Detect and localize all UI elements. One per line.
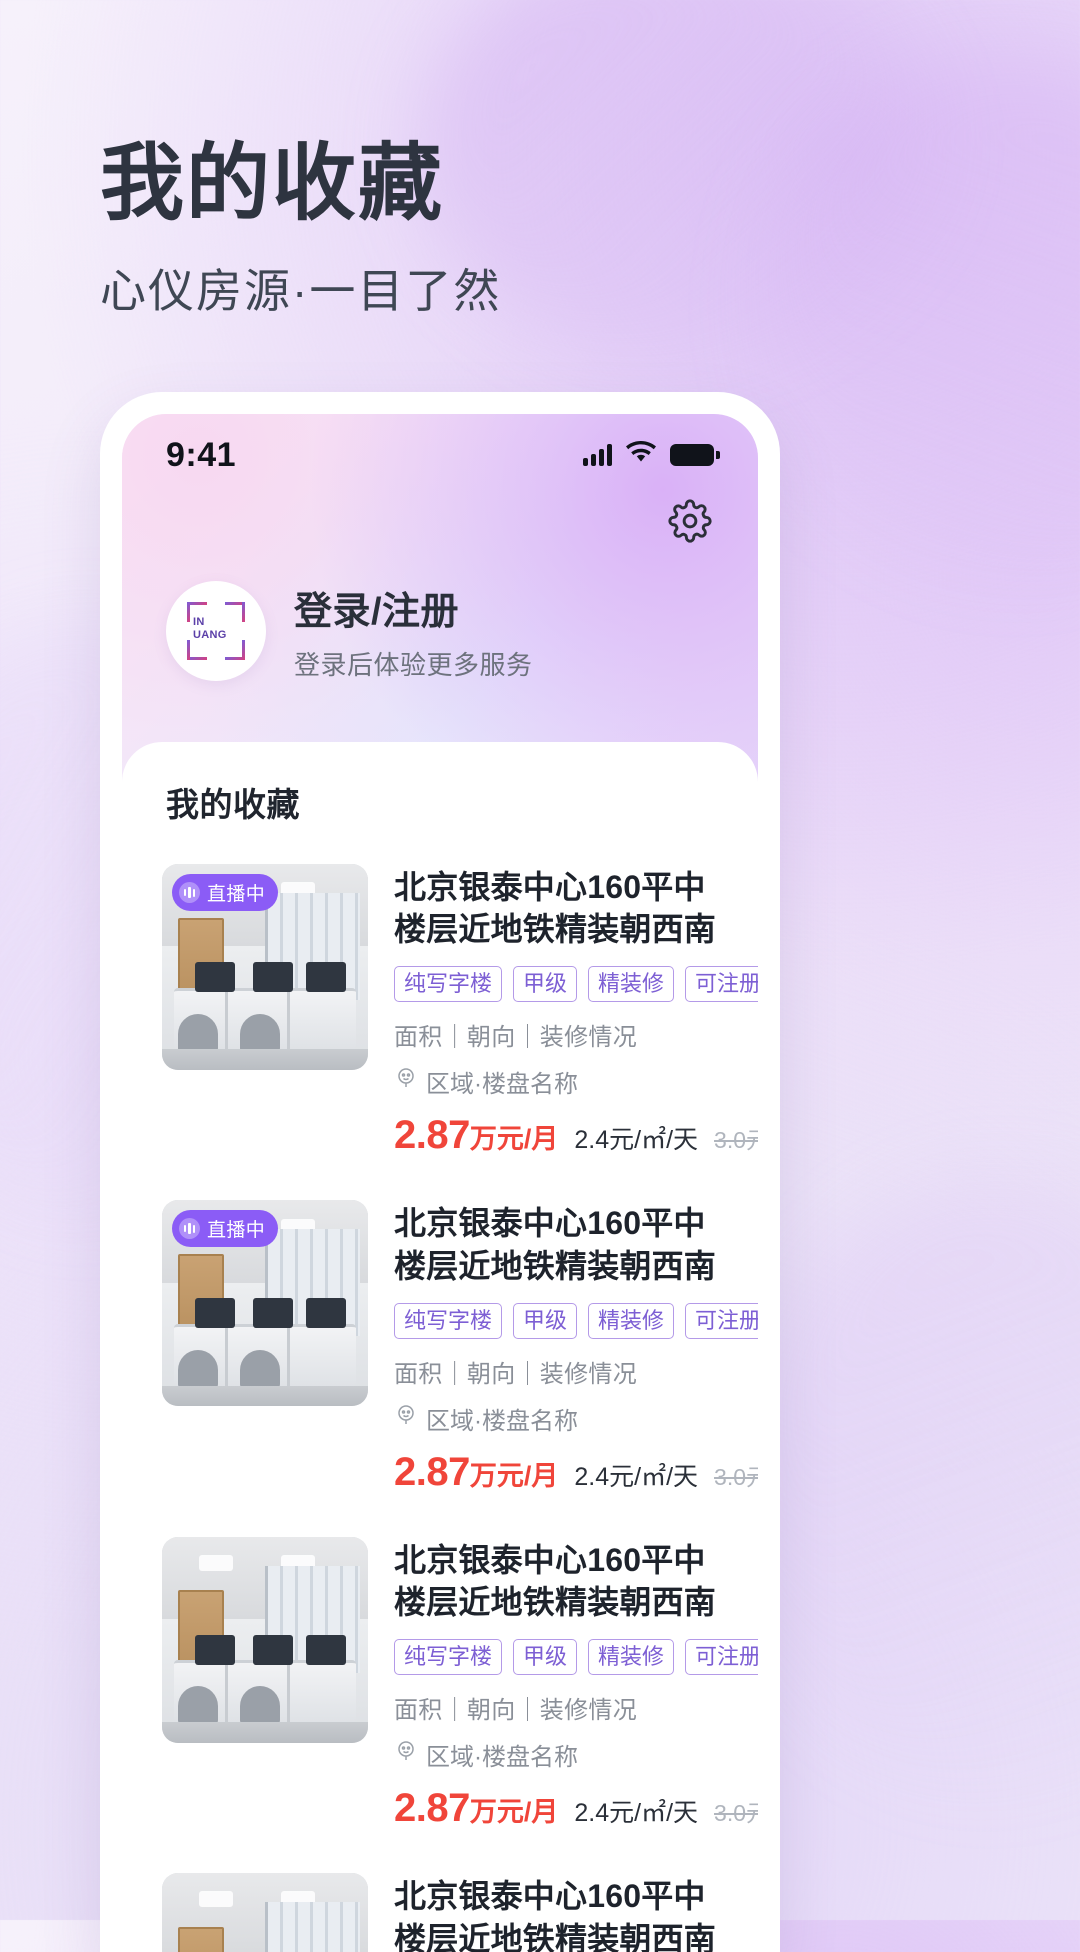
login-tip: 登录后体验更多服务 (294, 650, 533, 680)
live-wave-icon (179, 882, 200, 903)
listing-info: 北京银泰中心160平中楼层近地铁精装朝西南 纯写字楼 甲级 精装修 可注册 面积… (394, 864, 758, 1158)
profile-login-row[interactable]: IN UANG 登录/注册 登录后体验更多服务 (122, 556, 758, 742)
room-photo (162, 1873, 368, 1952)
price-value: 2.87 (394, 1786, 470, 1831)
price-value: 2.87 (394, 1113, 470, 1158)
listing-title[interactable]: 北京银泰中心160平中楼层近地铁精装朝西南 (394, 866, 718, 950)
section-title: 我的收藏 (166, 786, 300, 823)
list-item[interactable]: 直播中 北京银泰中心160平中楼层近地铁精装朝西南 纯写字楼 甲级 精装修 可注… (122, 852, 758, 1188)
location-pin-icon (394, 1066, 418, 1097)
tag-chip: 可注册 (685, 1639, 758, 1676)
status-bar-indicators (583, 440, 720, 469)
phone-mockup: 9:41 IN UANG 登录/注册 登录后体验更多服务 我的收藏 直播中 北京… (100, 392, 780, 1952)
page-subtitle: 心仪房源·一目了然 (100, 264, 502, 317)
list-item[interactable]: 直播中 北京银泰中心160平中楼层近地铁精装朝西南 纯写字楼 甲级 精装修 可注… (122, 1188, 758, 1524)
page-title: 我的收藏 (100, 136, 445, 230)
listing-tags: 纯写字楼 甲级 精装修 可注册 (394, 1302, 758, 1339)
status-bar: 9:41 (122, 414, 758, 486)
listing-tags: 纯写字楼 甲级 精装修 可注册 (394, 1639, 758, 1676)
tag-chip: 精装修 (588, 1639, 675, 1676)
price-secondary: 2.4元/㎡/天 (574, 1799, 699, 1828)
live-badge-label: 直播中 (207, 1220, 266, 1242)
gear-icon[interactable] (668, 499, 712, 543)
price-secondary: 2.4元/㎡/天 (574, 1126, 699, 1155)
status-bar-time: 9:41 (166, 435, 237, 474)
listing-thumbnail[interactable]: 直播中 (162, 864, 368, 1070)
location-pin-icon (394, 1403, 418, 1434)
phone-screen: 9:41 IN UANG 登录/注册 登录后体验更多服务 我的收藏 直播中 北京… (122, 414, 758, 1952)
listing-meta: 面积｜朝向｜装修情况 (394, 1360, 637, 1388)
favorites-card: 我的收藏 直播中 北京银泰中心160平中楼层近地铁精装朝西南 纯写字楼 甲级 精… (122, 742, 758, 1952)
listing-thumbnail[interactable] (162, 1873, 368, 1952)
avatar-text-line1: IN (193, 616, 205, 628)
tag-chip: 甲级 (513, 1639, 578, 1676)
live-badge: 直播中 (172, 874, 279, 911)
list-item[interactable]: 北京银泰中心160平中楼层近地铁精装朝西南 (122, 1861, 758, 1952)
listing-thumbnail[interactable]: 直播中 (162, 1200, 368, 1407)
location-pin-icon (394, 1739, 418, 1770)
location-label: 区域·楼盘名称 (426, 1407, 578, 1435)
tag-chip: 可注册 (685, 1302, 758, 1339)
signal-bars-icon (583, 444, 612, 466)
listing-info: 北京银泰中心160平中楼层近地铁精装朝西南 (394, 1873, 718, 1952)
listing-tags: 纯写字楼 甲级 精装修 可注册 (394, 966, 758, 1003)
listing-title[interactable]: 北京银泰中心160平中楼层近地铁精装朝西南 (394, 1875, 718, 1952)
live-wave-icon (179, 1218, 200, 1240)
live-badge: 直播中 (172, 1210, 279, 1248)
listing-price: 2.87万元/月 2.4元/㎡/天 3.0元/㎡/天 (394, 1786, 758, 1831)
brand-logo-icon: IN UANG (187, 602, 245, 660)
listing-title[interactable]: 北京银泰中心160平中楼层近地铁精装朝西南 (394, 1539, 718, 1623)
page-header: 我的收藏 心仪房源·一目了然 (100, 138, 501, 321)
location-label: 区域·楼盘名称 (426, 1744, 578, 1772)
listing-location: 区域·楼盘名称 (394, 1401, 718, 1436)
listing-price: 2.87万元/月 2.4元/㎡/天 3.0元/㎡/天 (394, 1449, 758, 1495)
tag-chip: 甲级 (513, 966, 578, 1003)
background-glow-2 (760, 60, 1080, 580)
price-unit: 万元/月 (469, 1460, 559, 1491)
tag-chip: 精装修 (588, 1302, 675, 1339)
listing-meta: 面积｜朝向｜装修情况 (394, 1024, 637, 1052)
tag-chip: 纯写字楼 (394, 966, 503, 1003)
tag-chip: 可注册 (685, 966, 758, 1003)
tag-chip: 甲级 (513, 1302, 578, 1339)
location-label: 区域·楼盘名称 (426, 1071, 578, 1099)
list-item[interactable]: 北京银泰中心160平中楼层近地铁精装朝西南 纯写字楼 甲级 精装修 可注册 面积… (122, 1525, 758, 1861)
tag-chip: 纯写字楼 (394, 1302, 503, 1339)
listing-info: 北京银泰中心160平中楼层近地铁精装朝西南 纯写字楼 甲级 精装修 可注册 面积… (394, 1200, 758, 1495)
listing-title[interactable]: 北京银泰中心160平中楼层近地铁精装朝西南 (394, 1202, 718, 1286)
price-secondary: 2.4元/㎡/天 (574, 1462, 699, 1491)
profile-text: 登录/注册 登录后体验更多服务 (294, 580, 533, 682)
tag-chip: 精装修 (588, 966, 675, 1003)
avatar: IN UANG (166, 581, 266, 681)
listing-location: 区域·楼盘名称 (394, 1737, 718, 1772)
price-unit: 万元/月 (469, 1797, 559, 1828)
price-original: 3.0元/㎡/天 (714, 1800, 758, 1827)
battery-icon (670, 444, 720, 466)
live-badge-label: 直播中 (207, 884, 266, 905)
room-photo (162, 1536, 368, 1743)
avatar-text-line2: UANG (193, 628, 227, 641)
listing-meta: 面积｜朝向｜装修情况 (394, 1697, 637, 1725)
price-unit: 万元/月 (469, 1124, 559, 1155)
background-glow-4 (740, 1180, 1080, 1800)
price-original: 3.0元/㎡/天 (714, 1463, 758, 1490)
listing-thumbnail[interactable] (162, 1536, 368, 1743)
header-actions (122, 486, 758, 556)
price-value: 2.87 (394, 1449, 470, 1494)
login-register-label[interactable]: 登录/注册 (294, 580, 533, 635)
listing-price: 2.87万元/月 2.4元/㎡/天 3.0元/㎡/天 (394, 1113, 758, 1158)
listing-location: 区域·楼盘名称 (394, 1064, 718, 1099)
listing-info: 北京银泰中心160平中楼层近地铁精装朝西南 纯写字楼 甲级 精装修 可注册 面积… (394, 1537, 758, 1831)
wifi-icon (626, 440, 656, 469)
tag-chip: 纯写字楼 (394, 1639, 503, 1676)
price-original: 3.0元/㎡/天 (714, 1127, 758, 1154)
